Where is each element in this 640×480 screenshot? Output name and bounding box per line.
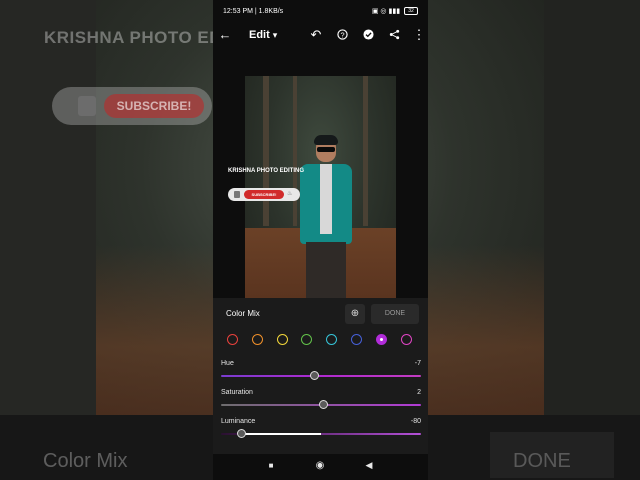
status-bar: 12:53 PM | 1.8KB/s ▣ ◎ ▮▮▮ 32 [213,0,428,24]
saturation-knob[interactable] [318,400,328,409]
check-icon[interactable] [360,27,376,43]
hue-value: -7 [414,360,421,367]
share-icon[interactable] [386,27,402,43]
thumbs-up-icon [234,191,240,198]
tree-trunk [363,76,368,226]
subject-hair [314,135,338,145]
battery-icon: 32 [404,7,418,16]
luminance-slider: Luminance -80 [221,418,421,440]
color-swatch-6[interactable] [351,334,362,345]
hue-label: Hue [221,360,234,367]
color-swatch-4[interactable] [301,334,313,345]
luminance-knob[interactable] [236,429,246,438]
hue-knob[interactable] [309,371,319,380]
color-swatch-8[interactable] [400,334,412,345]
tree-trunk [293,76,297,226]
svg-text:?: ? [340,30,344,39]
back-arrow-icon[interactable]: ← [217,27,233,42]
done-button[interactable]: DONE [371,304,419,324]
subject-pants [306,242,346,298]
color-swatch-3[interactable] [276,334,288,345]
back-button[interactable]: ◀ [362,460,376,471]
color-mix-title: Color Mix [226,309,260,318]
overlay-subscribe-badge: SUBSCRIBE! ♨ [228,188,300,201]
saturation-slider: Saturation 2 [221,389,421,411]
hue-slider: Hue -7 [221,360,421,382]
color-swatch-1[interactable] [227,334,238,345]
photo-preview[interactable] [245,76,396,298]
photo-subject [300,135,352,298]
more-vert-icon[interactable]: ⋮ [411,27,427,43]
bg-color-mix-label: Color Mix [43,450,128,472]
subject-glasses [317,147,335,152]
subscribe-pill: SUBSCRIBE! [244,190,284,199]
bg-subscribe-pill: SUBSCRIBE! [104,94,204,118]
bg-left-edge [0,0,96,415]
home-button[interactable]: ◉ [313,460,327,471]
bg-right-edge [544,0,640,415]
color-swatch-7[interactable] [375,334,387,345]
help-icon[interactable]: ? [334,27,350,43]
hue-track[interactable] [221,375,421,377]
tree-trunk [263,76,269,226]
color-swatch-2[interactable] [251,334,263,345]
color-mix-panel: Color Mix ⊕ DONE Hue -7 Saturation 2 Lum… [213,298,428,454]
subject-shirt [320,164,332,234]
luminance-fill [243,433,321,435]
color-swatches [227,334,417,348]
bg-done-label: DONE [513,450,571,472]
phone-screen: 12:53 PM | 1.8KB/s ▣ ◎ ▮▮▮ 32 ← Edit ▾ ↶… [213,0,428,480]
bg-subscribe-badge: SUBSCRIBE! [52,87,212,125]
bell-icon: ♨ [287,191,293,197]
targeted-adjust-icon[interactable]: ⊕ [345,304,365,324]
bg-thumbs-up-icon [78,96,96,116]
status-icons: ▣ ◎ ▮▮▮ 32 [371,7,418,16]
saturation-label: Saturation [221,389,253,396]
luminance-label: Luminance [221,418,256,425]
undo-icon[interactable]: ↶ [308,27,324,43]
chevron-down-icon[interactable]: ▾ [267,30,283,41]
overlay-channel-title: KRISHNA PHOTO EDITING [228,168,305,174]
status-time: 12:53 PM | 1.8KB/s [223,8,284,15]
color-swatch-5[interactable] [326,334,338,345]
luminance-value: -80 [410,418,421,425]
system-nav-bar: ■ ◉ ◀ [213,454,428,480]
status-signal-icons: ▣ ◎ ▮▮▮ [371,8,401,15]
saturation-value: 2 [417,389,421,396]
recent-apps-button[interactable]: ■ [264,461,278,470]
app-bar: ← Edit ▾ ↶ ? ⋮ [213,24,428,48]
